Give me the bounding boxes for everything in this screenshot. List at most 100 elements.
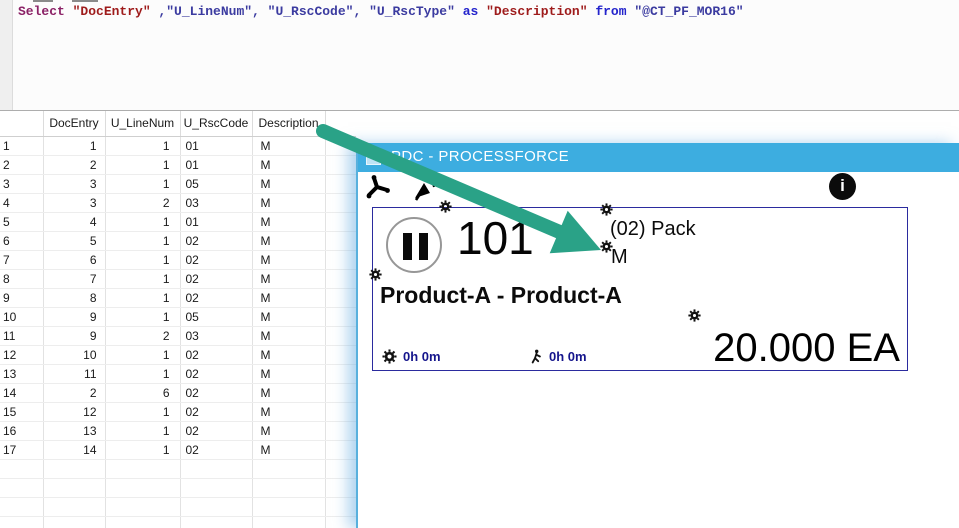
cell[interactable]: M xyxy=(252,307,325,326)
cell[interactable]: 1 xyxy=(105,288,180,307)
row-number[interactable]: 3 xyxy=(0,174,43,193)
row-number[interactable]: 2 xyxy=(0,155,43,174)
cell[interactable]: M xyxy=(252,136,325,155)
row-number[interactable]: 9 xyxy=(0,288,43,307)
cell[interactable]: M xyxy=(252,326,325,345)
cell[interactable]: M xyxy=(252,212,325,231)
table-row[interactable]: 98102M xyxy=(0,288,356,307)
table-row[interactable]: 22101M xyxy=(0,155,356,174)
cell[interactable]: 1 xyxy=(105,155,180,174)
cell[interactable]: 03 xyxy=(180,326,252,345)
table-row[interactable]: 76102M xyxy=(0,250,356,269)
table-row[interactable]: 1210102M xyxy=(0,345,356,364)
row-number[interactable]: 1 xyxy=(0,136,43,155)
cell[interactable]: 3 xyxy=(43,174,105,193)
column-header-u_rsccode[interactable]: U_RscCode xyxy=(180,111,252,136)
cell[interactable]: 1 xyxy=(105,364,180,383)
table-row[interactable]: 1613102M xyxy=(0,421,356,440)
column-header-u_linenum[interactable]: U_LineNum xyxy=(105,111,180,136)
table-row[interactable]: 33105M xyxy=(0,174,356,193)
table-row[interactable]: 1714102M xyxy=(0,440,356,459)
cell[interactable]: M xyxy=(252,402,325,421)
cell[interactable]: 11 xyxy=(43,364,105,383)
cell[interactable]: M xyxy=(252,288,325,307)
cell[interactable]: M xyxy=(252,174,325,193)
cell[interactable]: 5 xyxy=(43,231,105,250)
cell[interactable]: M xyxy=(252,440,325,459)
cell[interactable]: 05 xyxy=(180,307,252,326)
cell[interactable]: 1 xyxy=(105,402,180,421)
cell[interactable]: 1 xyxy=(105,136,180,155)
cell[interactable]: 1 xyxy=(43,136,105,155)
cell[interactable]: 1 xyxy=(105,231,180,250)
cell[interactable]: 02 xyxy=(180,250,252,269)
cell[interactable]: 02 xyxy=(180,345,252,364)
row-number[interactable]: 17 xyxy=(0,440,43,459)
table-row[interactable]: 11101M xyxy=(0,136,356,155)
cell[interactable]: 9 xyxy=(43,307,105,326)
row-number[interactable]: 15 xyxy=(0,402,43,421)
cell[interactable]: 02 xyxy=(180,269,252,288)
cell[interactable]: 13 xyxy=(43,421,105,440)
pause-button[interactable] xyxy=(386,217,442,273)
cell[interactable]: 3 xyxy=(43,193,105,212)
operation-card[interactable]: 101 (02) Pack M Product-A - Product-A 20… xyxy=(372,207,908,371)
cell[interactable]: 01 xyxy=(180,136,252,155)
cell[interactable]: M xyxy=(252,193,325,212)
cell[interactable]: 02 xyxy=(180,440,252,459)
row-number[interactable]: 13 xyxy=(0,364,43,383)
row-number[interactable]: 11 xyxy=(0,326,43,345)
cell[interactable]: 02 xyxy=(180,402,252,421)
cell[interactable]: 2 xyxy=(105,193,180,212)
cell[interactable]: 2 xyxy=(43,383,105,402)
table-row[interactable]: 87102M xyxy=(0,269,356,288)
column-header-description[interactable]: Description xyxy=(252,111,325,136)
cell[interactable]: 1 xyxy=(105,212,180,231)
cell[interactable]: 7 xyxy=(43,269,105,288)
cell[interactable]: M xyxy=(252,269,325,288)
cell[interactable]: 1 xyxy=(105,345,180,364)
table-row[interactable]: 54101M xyxy=(0,212,356,231)
cell[interactable]: 1 xyxy=(105,440,180,459)
machine-tool-icon[interactable] xyxy=(364,174,391,206)
row-number[interactable]: 4 xyxy=(0,193,43,212)
row-number[interactable]: 6 xyxy=(0,231,43,250)
cell[interactable]: 02 xyxy=(180,288,252,307)
cell[interactable]: M xyxy=(252,345,325,364)
cell[interactable]: 12 xyxy=(43,402,105,421)
column-header-docentry[interactable]: DocEntry xyxy=(43,111,105,136)
table-row[interactable]: 1311102M xyxy=(0,364,356,383)
row-number[interactable]: 5 xyxy=(0,212,43,231)
table-row[interactable]: 43203M xyxy=(0,193,356,212)
row-number[interactable]: 10 xyxy=(0,307,43,326)
row-number[interactable]: 12 xyxy=(0,345,43,364)
cell[interactable]: M xyxy=(252,155,325,174)
cell[interactable]: 05 xyxy=(180,174,252,193)
table-row[interactable]: 142602M xyxy=(0,383,356,402)
row-number[interactable]: 7 xyxy=(0,250,43,269)
cell[interactable]: M xyxy=(252,421,325,440)
row-number[interactable]: 14 xyxy=(0,383,43,402)
cell[interactable]: 1 xyxy=(105,307,180,326)
cell[interactable]: 4 xyxy=(43,212,105,231)
cell[interactable]: M xyxy=(252,231,325,250)
table-row[interactable]: 65102M xyxy=(0,231,356,250)
grid-corner-cell[interactable] xyxy=(0,111,43,136)
cell[interactable]: 6 xyxy=(43,250,105,269)
pdc-titlebar[interactable]: PDC - PROCESSFORCE xyxy=(358,143,959,172)
cell[interactable]: M xyxy=(252,364,325,383)
cell[interactable]: 03 xyxy=(180,193,252,212)
cell[interactable]: 2 xyxy=(105,326,180,345)
cell[interactable]: 02 xyxy=(180,383,252,402)
cell[interactable]: 2 xyxy=(43,155,105,174)
cell[interactable]: 01 xyxy=(180,212,252,231)
table-row[interactable]: 109105M xyxy=(0,307,356,326)
cell[interactable]: 02 xyxy=(180,364,252,383)
table-row[interactable]: 1512102M xyxy=(0,402,356,421)
cell[interactable]: 1 xyxy=(105,421,180,440)
cell[interactable]: 01 xyxy=(180,155,252,174)
antenna-icon[interactable] xyxy=(409,174,439,207)
cell[interactable]: 1 xyxy=(105,250,180,269)
cell[interactable]: M xyxy=(252,383,325,402)
sql-editor[interactable]: Select "DocEntry" ,"U_LineNum", "U_RscCo… xyxy=(0,0,959,110)
